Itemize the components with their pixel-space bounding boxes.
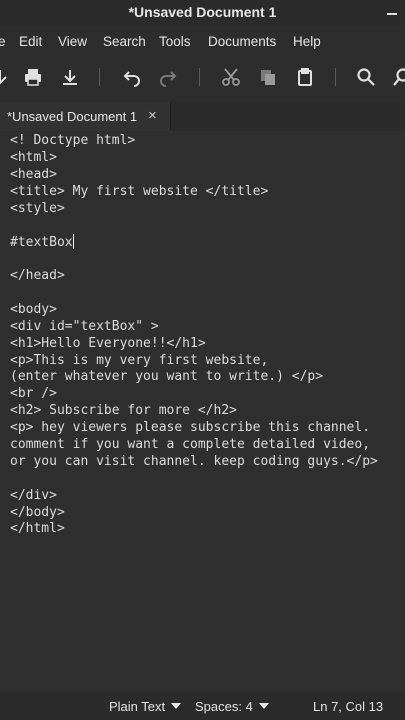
code-line: </html> [10,521,65,537]
editor-area[interactable]: <! Doctype html> <html> <head> <title> My f… [0,131,405,691]
undo-icon[interactable] [120,65,144,89]
code-line: </div> [10,487,57,503]
code-line: <html> [10,149,57,165]
minimize-icon[interactable] [387,13,397,15]
code-line: </body> [10,504,65,520]
redo-icon[interactable] [156,65,180,89]
code-line: <br /> [10,386,57,402]
title-bar: *Unsaved Document 1 [0,0,405,26]
text-cursor [72,234,74,250]
code-line: comment if you want a complete detailed … [10,437,371,453]
code-line: (enter whatever you want to write.) </p> [10,369,324,385]
language-selector[interactable]: Plain Text [109,699,182,714]
menu-search[interactable]: Search [103,34,146,49]
spaces-label: Spaces: 4 [195,699,253,714]
code-line: <div id="textBox" > [10,318,159,334]
menu-edit[interactable]: Edit [19,34,42,49]
replace-icon[interactable] [391,65,405,89]
tab-bar: *Unsaved Document 1 × [0,102,405,132]
search-icon[interactable] [354,65,378,89]
code-line: <h2> Subscribe for more </h2> [10,403,237,419]
print-icon[interactable] [21,65,45,89]
paste-icon[interactable] [293,65,317,89]
code-line: <h1>Hello Everyone!!</h1> [10,335,206,351]
cut-icon[interactable] [219,65,243,89]
chevron-down-icon [171,703,182,709]
code-line: <style> [10,200,65,216]
code-line: <head> [10,166,57,182]
close-icon[interactable]: × [148,107,157,124]
current-line-text: #textBox [10,235,73,251]
code-line: <body> [10,301,57,317]
menu-file[interactable]: e [0,34,6,49]
download-icon[interactable] [58,65,82,89]
code-line: <p>This is my very first website, [10,352,269,368]
menu-tools[interactable]: Tools [159,34,191,49]
tab-unsaved-document[interactable]: *Unsaved Document 1 × [0,102,171,131]
code-line: </head> [10,268,65,284]
spaces-selector[interactable]: Spaces: 4 [195,699,269,714]
toolbar-separator [199,68,200,86]
chevron-down-icon [258,703,269,709]
code-line: <p> hey viewers please subscribe this ch… [10,420,371,436]
toolbar [0,58,405,96]
tab-label: *Unsaved Document 1 [7,109,138,124]
copy-icon[interactable] [256,65,280,89]
code-line: or you can visit channel. keep coding gu… [10,453,378,469]
code-line: <! Doctype html> [10,133,136,148]
menu-bar: e Edit View Search Tools Documents Help [0,29,405,55]
code-line-current: #textBox [10,234,378,251]
language-label: Plain Text [109,699,166,714]
toolbar-separator [335,68,336,86]
menu-documents[interactable]: Documents [208,34,276,49]
cursor-position[interactable]: Ln 7, Col 13 [313,699,383,714]
save-icon[interactable] [0,65,12,89]
code-line: <title> My first website </title> [10,183,269,199]
toolbar-separator [99,68,100,86]
menu-view[interactable]: View [58,34,87,49]
menu-help[interactable]: Help [293,34,321,49]
window-title: *Unsaved Document 1 [128,4,277,20]
code-text[interactable]: <! Doctype html> <html> <head> <title> My f… [10,133,378,538]
status-bar: Plain Text Spaces: 4 Ln 7, Col 13 [0,692,405,720]
